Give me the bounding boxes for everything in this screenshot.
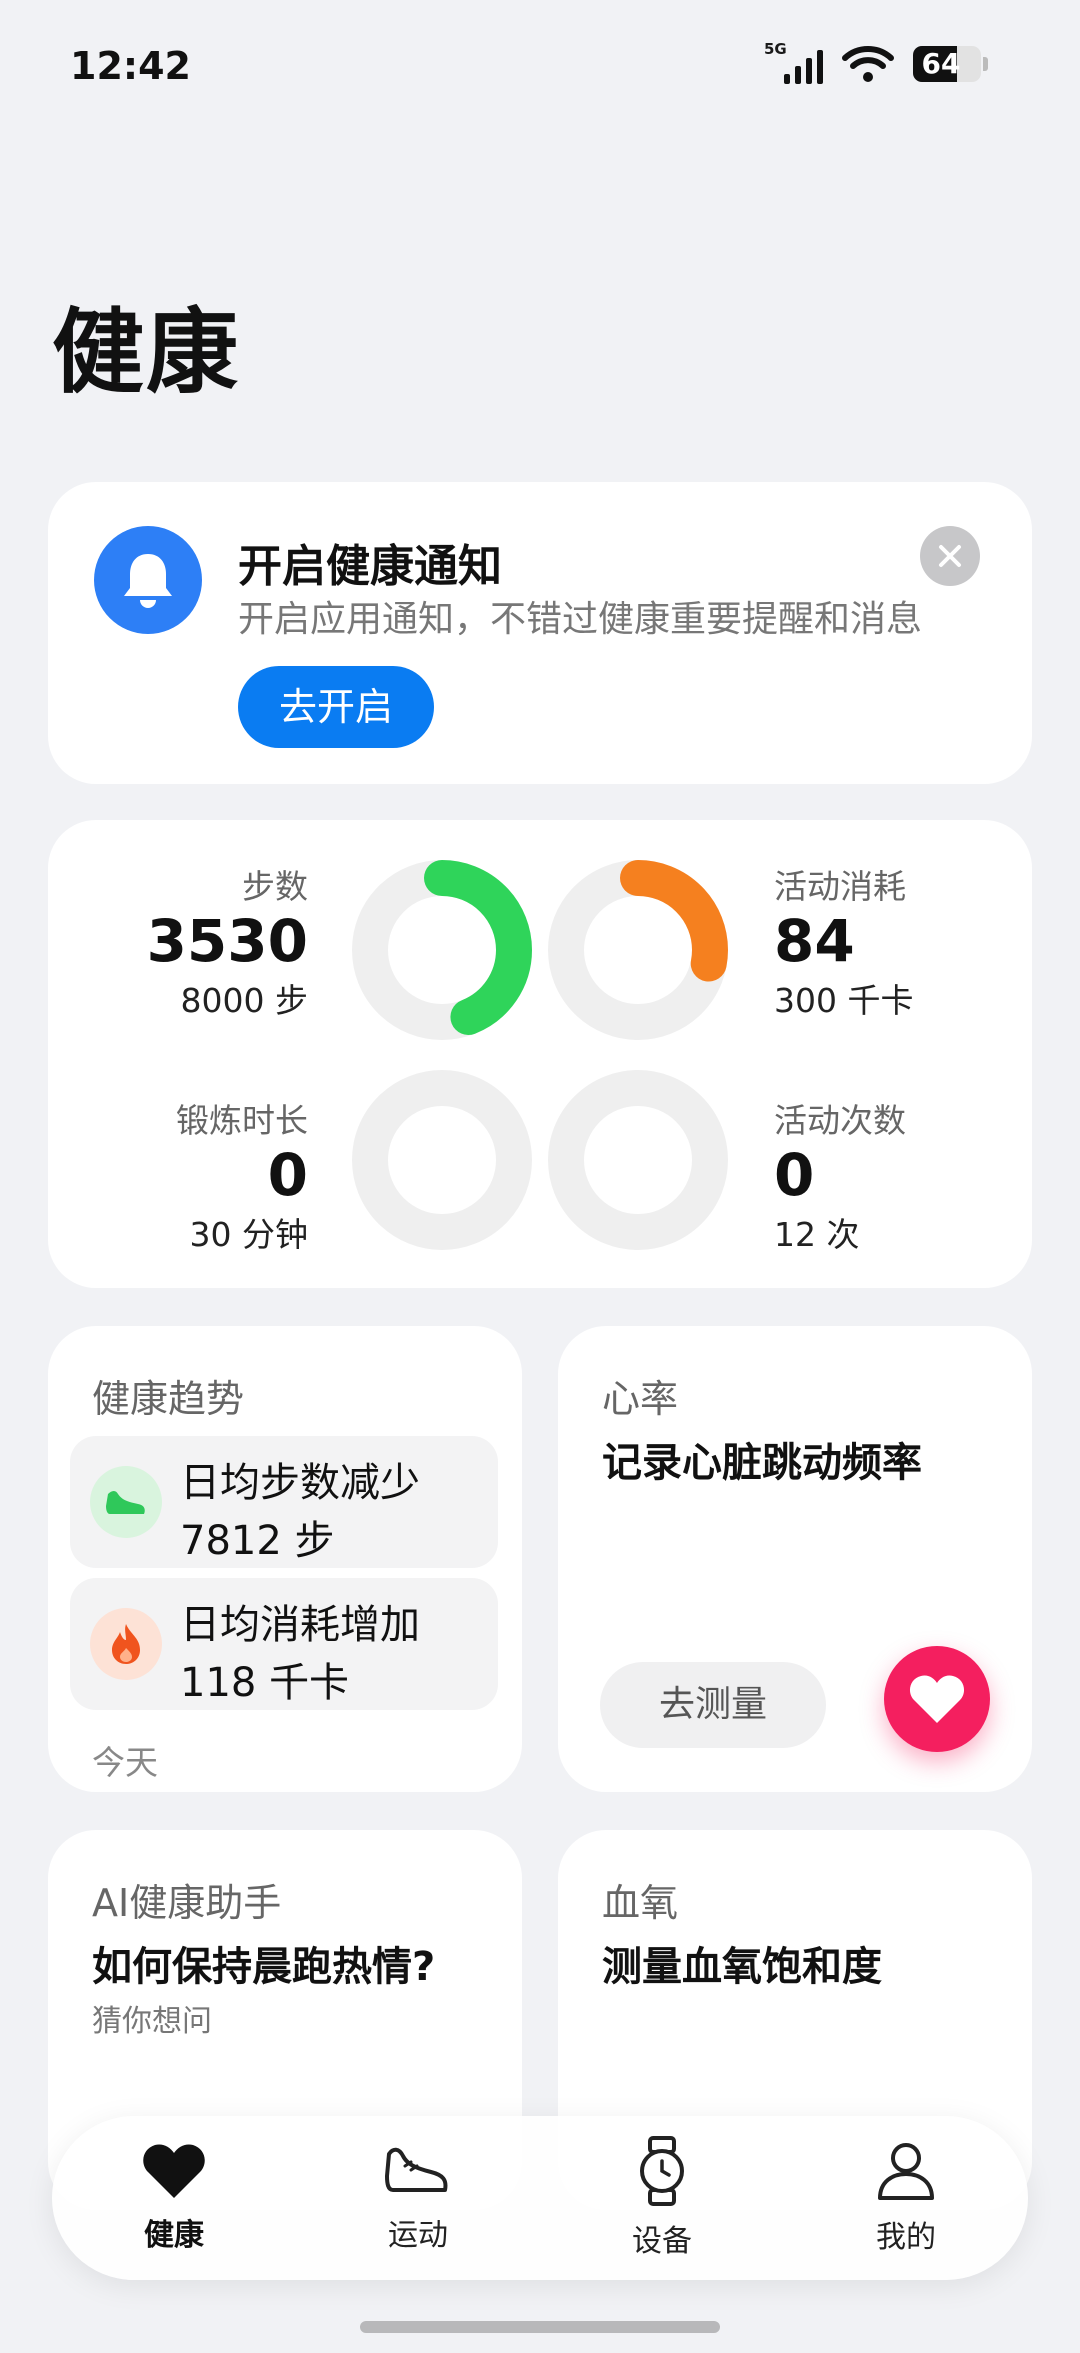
wifi-icon [841, 44, 895, 84]
heart-measure-icon[interactable] [884, 1646, 990, 1752]
heart-rate-title: 心率 [602, 1377, 679, 1421]
blood-oxygen-title: 血氧 [602, 1881, 679, 1925]
enable-notification-button[interactable]: 去开启 [238, 666, 434, 748]
battery-icon: 64 [913, 46, 988, 82]
notification-card: 开启健康通知 开启应用通知，不错过健康重要提醒和消息 去开启 [48, 482, 1032, 784]
status-icons: 5G 64 [764, 40, 988, 84]
exercise-value: 0 [267, 1141, 308, 1209]
watch-icon [640, 2136, 684, 2206]
trend-item-text: 日均步数减少 [180, 1460, 420, 1506]
tab-label: 运动 [388, 2218, 448, 2253]
ai-assistant-title: AI健康助手 [92, 1881, 282, 1925]
trend-item-value: 7812 步 [180, 1518, 335, 1564]
activities-value: 0 [774, 1141, 815, 1209]
tab-label: 健康 [144, 2218, 204, 2253]
heart-rate-headline: 记录心脏跳动频率 [602, 1440, 922, 1486]
exercise-stat: 锻炼时长 0 30 分钟 [68, 1094, 308, 1256]
tab-exercise[interactable]: 运动 [296, 2116, 540, 2280]
calories-stat: 活动消耗 84 300 千卡 [774, 860, 1014, 1022]
activities-goal: 12 次 [774, 1215, 860, 1254]
trend-date: 今天 [92, 1743, 158, 1782]
steps-goal: 8000 步 [180, 981, 308, 1020]
cellular-signal-icon: 5G [764, 40, 823, 84]
activities-label: 活动次数 [774, 1101, 906, 1140]
tab-devices[interactable]: 设备 [540, 2116, 784, 2280]
steps-stat: 步数 3530 8000 步 [68, 860, 308, 1022]
shoe-icon [385, 2147, 448, 2192]
steps-value: 3530 [146, 907, 308, 975]
notification-title: 开启健康通知 [238, 541, 502, 592]
flame-icon [90, 1608, 162, 1680]
page-title: 健康 [52, 299, 241, 406]
calories-goal: 300 千卡 [774, 981, 914, 1020]
calories-value: 84 [774, 907, 855, 975]
network-type: 5G [764, 40, 787, 58]
bell-icon [94, 526, 202, 634]
trend-item-calories: 日均消耗增加 118 千卡 [70, 1578, 498, 1710]
calories-ring [548, 860, 728, 1040]
exercise-ring [352, 1070, 532, 1250]
trend-item-value: 118 千卡 [180, 1660, 350, 1706]
tab-health[interactable]: 健康 [52, 2116, 296, 2280]
activities-stat: 活动次数 0 12 次 [774, 1094, 1014, 1256]
person-icon [878, 2143, 934, 2200]
measure-button[interactable]: 去测量 [600, 1662, 826, 1748]
bottom-navigation: 健康 运动 设备 我的 [52, 2116, 1028, 2280]
tab-label: 设备 [632, 2224, 692, 2259]
notification-description: 开启应用通知，不错过健康重要提醒和消息 [238, 599, 923, 640]
trend-item-text: 日均消耗增加 [180, 1602, 420, 1648]
health-trend-card[interactable]: 健康趋势 日均步数减少 7812 步 日均消耗增加 118 千卡 今天 [48, 1326, 522, 1792]
tab-me[interactable]: 我的 [784, 2116, 1028, 2280]
trend-title: 健康趋势 [92, 1377, 245, 1421]
tab-label: 我的 [876, 2220, 936, 2255]
heart-rate-card[interactable]: 心率 记录心脏跳动频率 去测量 [558, 1326, 1032, 1792]
home-indicator[interactable] [360, 2321, 720, 2333]
activity-rings-card[interactable]: 步数 3530 8000 步 锻炼时长 0 30 分钟 活动消耗 84 300 … [48, 820, 1032, 1288]
battery-level: 64 [921, 47, 961, 80]
blood-oxygen-headline: 测量血氧饱和度 [602, 1944, 882, 1990]
heart-icon [143, 2144, 205, 2198]
shoe-icon [90, 1466, 162, 1538]
trend-item-steps: 日均步数减少 7812 步 [70, 1436, 498, 1568]
steps-ring [352, 860, 532, 1040]
exercise-goal: 30 分钟 [189, 1215, 308, 1254]
status-time: 12:42 [70, 44, 191, 88]
calories-label: 活动消耗 [774, 867, 906, 906]
close-icon[interactable] [920, 526, 980, 586]
activities-ring [548, 1070, 728, 1250]
activities-ring-track [548, 1070, 728, 1250]
steps-label: 步数 [242, 867, 308, 906]
exercise-ring-track [352, 1070, 532, 1250]
ai-assistant-question[interactable]: 如何保持晨跑热情? [92, 1934, 435, 1992]
exercise-label: 锻炼时长 [176, 1101, 308, 1140]
ai-assistant-sub: 猜你想问 [92, 2004, 212, 2039]
status-bar: 12:42 5G 64 [0, 0, 1080, 140]
